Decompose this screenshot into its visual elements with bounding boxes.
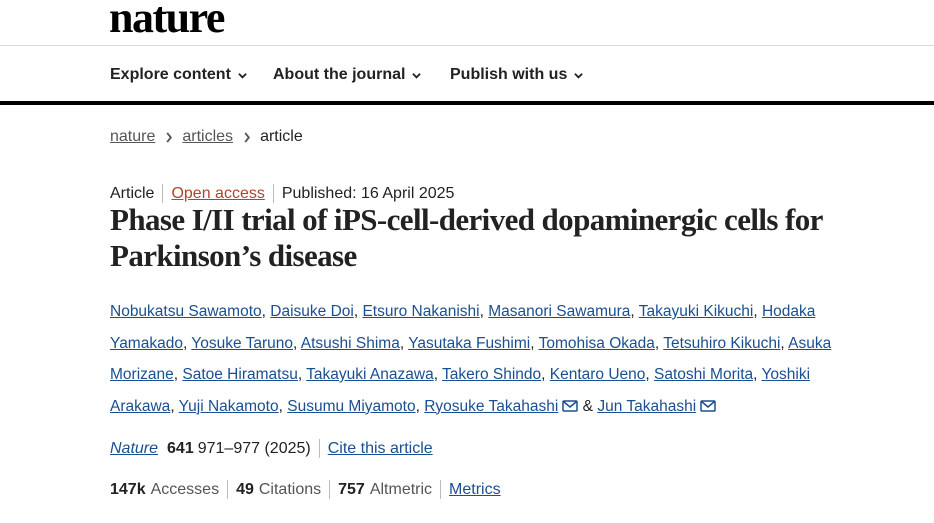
author-link[interactable]: Yosuke Taruno <box>191 335 293 352</box>
author-link[interactable]: Takayuki Anazawa <box>306 366 434 383</box>
breadcrumb-nature[interactable]: nature <box>110 128 155 146</box>
author-link[interactable]: Masanori Sawamura <box>488 303 630 320</box>
divider <box>162 184 164 203</box>
nav-item-label: About the journal <box>273 66 406 83</box>
envelope-icon[interactable] <box>700 399 716 412</box>
cite-this-article-link[interactable]: Cite this article <box>328 440 433 458</box>
author-link[interactable]: Atsushi Shima <box>301 335 400 352</box>
author-link[interactable]: Kentaro Ueno <box>550 366 646 383</box>
author-link[interactable]: Etsuro Nakanishi <box>362 303 479 320</box>
divider <box>318 439 320 458</box>
chevron-down-icon <box>238 72 247 79</box>
author-link[interactable]: Takero Shindo <box>442 366 541 383</box>
author-link[interactable]: Yasutaka Fushimi <box>408 335 530 352</box>
citations-count: 49 <box>236 480 254 498</box>
author-link[interactable]: Jun Takahashi <box>597 398 696 415</box>
breadcrumb: nature articles article <box>110 128 303 146</box>
volume: 641 <box>167 439 194 457</box>
author-list: Nobukatsu Sawamoto, Daisuke Doi, Etsuro … <box>110 303 832 415</box>
nav-explore-content[interactable]: Explore content <box>110 66 247 84</box>
published-date: Published: 16 April 2025 <box>281 184 455 202</box>
nav-item-label: Explore content <box>110 66 231 83</box>
accesses-label: Accesses <box>150 480 220 498</box>
accesses-count: 147k <box>110 480 146 498</box>
logo-bar: nature <box>0 0 934 46</box>
author-link[interactable]: Ryosuke Takahashi <box>424 398 558 415</box>
citation-line: Nature 641 971–977 (2025) Cite this arti… <box>110 439 433 458</box>
citations-label: Citations <box>258 480 322 498</box>
article-type: Article <box>110 184 155 202</box>
divider <box>227 480 229 499</box>
author-link[interactable]: Tomohisa Okada <box>539 335 655 352</box>
nav-about-journal[interactable]: About the journal <box>273 66 422 84</box>
envelope-icon[interactable] <box>562 399 579 412</box>
nav-publish-with-us[interactable]: Publish with us <box>450 66 584 84</box>
altmetric-score: 757 <box>338 480 365 498</box>
author-link[interactable]: Nobukatsu Sawamoto <box>110 303 262 320</box>
journal-link[interactable]: Nature <box>110 440 158 458</box>
author-link[interactable]: Susumu Miyamoto <box>287 398 415 415</box>
metrics-bar: 147k Accesses 49 Citations 757 Altmetric… <box>110 480 501 499</box>
chevron-right-icon <box>166 131 173 143</box>
divider <box>440 480 442 499</box>
chevron-right-icon <box>244 131 251 143</box>
author-link[interactable]: Daisuke Doi <box>270 303 354 320</box>
altmetric-label: Altmetric <box>369 480 433 498</box>
main-nav: Explore content About the journal Publis… <box>0 47 934 105</box>
author-and: & <box>582 397 594 415</box>
nature-logo[interactable]: nature <box>109 0 225 43</box>
author-link[interactable]: Tetsuhiro Kikuchi <box>663 335 780 352</box>
divider <box>272 184 274 203</box>
open-access-link[interactable]: Open access <box>171 185 264 203</box>
breadcrumb-current: article <box>260 128 303 145</box>
breadcrumb-articles[interactable]: articles <box>182 128 233 146</box>
divider <box>329 480 331 499</box>
author-link[interactable]: Yuji Nakamoto <box>179 398 279 415</box>
author-link[interactable]: Satoshi Morita <box>654 366 753 383</box>
metrics-link[interactable]: Metrics <box>449 481 501 499</box>
chevron-down-icon <box>574 72 584 79</box>
author-link[interactable]: Satoe Hiramatsu <box>182 366 297 383</box>
article-title: Phase I/II trial of iPS-cell-derived dop… <box>110 202 823 273</box>
author-link[interactable]: Takayuki Kikuchi <box>639 303 754 320</box>
pages-year: 971–977 (2025) <box>197 439 311 457</box>
nav-item-label: Publish with us <box>450 66 568 83</box>
article-meta: Article Open access Published: 16 April … <box>110 184 454 203</box>
chevron-down-icon <box>412 72 422 79</box>
